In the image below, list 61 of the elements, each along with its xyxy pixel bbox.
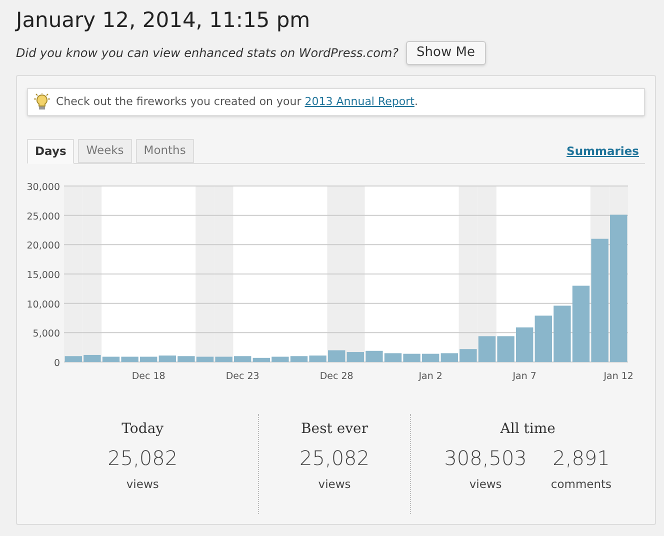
views-bar[interactable] — [196, 356, 214, 362]
views-bar[interactable] — [591, 238, 608, 362]
y-axis-label: 25,000 — [26, 211, 60, 222]
stat-value: 25,082 — [300, 445, 370, 472]
stat-heading: Today — [122, 420, 164, 439]
views-bar[interactable] — [516, 327, 534, 362]
views-bar[interactable] — [346, 352, 364, 362]
period-tab[interactable]: Days — [27, 139, 74, 164]
x-axis-label: Jan 12 — [604, 371, 634, 382]
summaries-link[interactable]: Summaries — [566, 142, 639, 160]
views-bar[interactable] — [290, 356, 308, 362]
y-axis-label: 0 — [54, 358, 60, 369]
views-bar[interactable] — [102, 356, 120, 362]
views-bar[interactable] — [384, 353, 402, 362]
stat-unit: comments — [550, 476, 612, 493]
y-axis-label: 30,000 — [26, 182, 60, 193]
views-bar[interactable] — [328, 350, 346, 362]
views-bar[interactable] — [366, 350, 383, 362]
views-bar[interactable] — [178, 356, 195, 362]
stat-heading: All time — [500, 420, 556, 439]
y-axis-label: 10,000 — [26, 299, 60, 310]
notice-text: Check out the fireworks you created on your 2013 Annual Report. — [56, 94, 418, 110]
annual-report-link[interactable]: 2013 Annual Report — [304, 94, 414, 108]
views-bar[interactable] — [497, 336, 514, 362]
stat-unit: views — [469, 476, 502, 493]
views-bar[interactable] — [610, 214, 628, 362]
period-tab[interactable]: Weeks — [78, 139, 132, 163]
stat-value: 25,082 — [108, 445, 178, 472]
stat-value: 308,503 — [444, 445, 527, 472]
views-bar[interactable] — [478, 336, 496, 362]
x-axis-label: Dec 23 — [226, 371, 260, 382]
views-bar[interactable] — [572, 286, 590, 362]
y-axis-label: 20,000 — [26, 240, 60, 252]
y-axis-label: 15,000 — [26, 270, 60, 281]
page-title: January 12, 2014, 11:15 pm — [16, 7, 310, 34]
views-bar[interactable] — [234, 356, 252, 362]
views-bar[interactable] — [215, 356, 232, 362]
lightbulb-icon — [34, 93, 50, 111]
stat-unit: views — [318, 476, 351, 493]
period-tab[interactable]: Months — [136, 139, 194, 163]
views-bar[interactable] — [534, 316, 552, 362]
x-axis-label: Jan 7 — [512, 371, 536, 382]
stat-unit: views — [126, 476, 159, 493]
views-bar[interactable] — [272, 356, 289, 362]
views-bar[interactable] — [460, 349, 477, 362]
x-axis-label: Dec 18 — [132, 371, 166, 382]
views-bar[interactable] — [158, 356, 176, 362]
views-bar[interactable] — [64, 356, 82, 362]
x-axis-label: Jan 2 — [418, 371, 442, 382]
promo-text: Did you know you can view enhanced stats on WordPress.com? — [16, 45, 399, 62]
views-bar[interactable] — [440, 353, 458, 362]
show-me-button[interactable]: Show Me — [406, 41, 486, 65]
x-axis-label: Dec 28 — [320, 371, 354, 382]
y-axis-label: 5,000 — [32, 328, 60, 340]
stat-heading: Best ever — [301, 420, 368, 439]
views-bar[interactable] — [554, 306, 571, 362]
stat-value: 2,891 — [552, 445, 610, 472]
views-bar[interactable] — [309, 356, 326, 362]
views-bar[interactable] — [121, 356, 138, 362]
views-bar[interactable] — [252, 358, 270, 362]
views-bar[interactable] — [140, 356, 158, 362]
